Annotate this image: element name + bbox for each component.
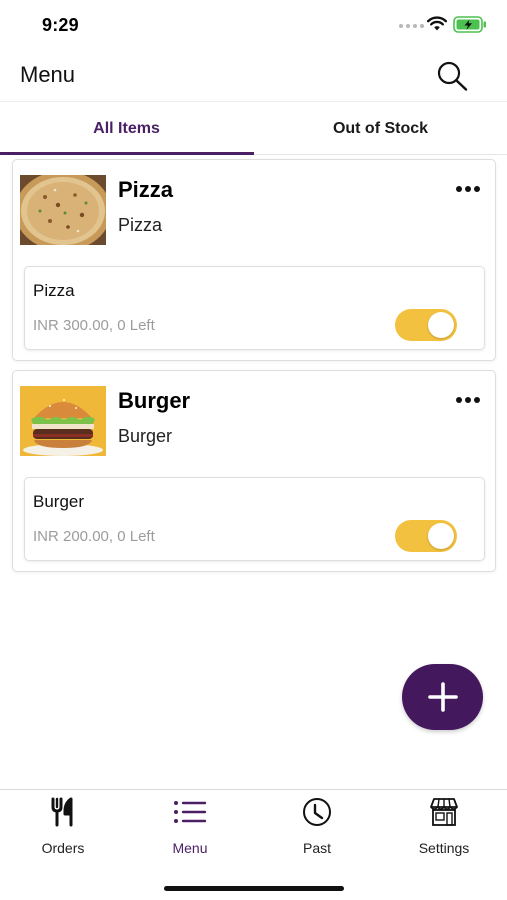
list-icon — [174, 801, 207, 823]
item-name: Burger — [118, 388, 191, 413]
home-indicator[interactable] — [164, 886, 344, 891]
add-item-button[interactable] — [402, 664, 483, 730]
battery-charging-icon — [453, 16, 486, 33]
variant-price: INR 200.00, 0 Left — [33, 528, 155, 545]
fork-knife-icon — [51, 797, 73, 827]
item-category: Pizza — [118, 215, 163, 235]
variant-price: INR 300.00, 0 Left — [33, 317, 155, 334]
stock-toggle[interactable] — [395, 309, 457, 341]
tab-bar: All Items Out of Stock — [0, 103, 507, 155]
variant-name: Burger — [33, 492, 85, 511]
page-title: Menu — [20, 62, 76, 87]
bottom-nav: Orders Menu Past Settings — [0, 789, 507, 900]
more-dot — [465, 397, 471, 403]
tab-label: Out of Stock — [332, 120, 429, 137]
nav-label: Settings — [418, 840, 470, 856]
item-variant: Burger INR 200.00, 0 Left — [24, 477, 485, 561]
more-options-button[interactable] — [453, 393, 483, 407]
app-header: Menu — [0, 50, 507, 102]
search-button[interactable] — [432, 58, 472, 94]
tab-label: All Items — [93, 120, 160, 137]
search-icon — [437, 61, 468, 91]
signal-icon — [399, 24, 424, 28]
nav-orders[interactable]: Orders — [0, 790, 126, 870]
item-name: Pizza — [118, 177, 174, 202]
burger-image — [20, 386, 106, 456]
item-variant: Pizza INR 300.00, 0 Left — [24, 266, 485, 350]
nav-menu[interactable]: Menu — [127, 790, 253, 870]
clock-icon — [303, 798, 331, 826]
stock-toggle[interactable] — [395, 520, 457, 552]
more-dot — [465, 186, 471, 192]
menu-item-card[interactable]: Pizza Pizza Pizza INR 300.00, 0 Left — [12, 159, 496, 361]
store-icon — [430, 798, 458, 826]
tab-out-of-stock[interactable]: Out of Stock — [254, 103, 507, 155]
nav-label: Past — [302, 840, 331, 856]
status-bar: 9:29 — [0, 0, 507, 50]
tab-all-items[interactable]: All Items — [0, 103, 253, 155]
nav-settings[interactable]: Settings — [381, 790, 507, 870]
active-tab-indicator — [0, 152, 254, 155]
toggle-knob — [428, 523, 454, 549]
status-time: 9:29 — [42, 15, 79, 35]
toggle-knob — [428, 312, 454, 338]
nav-past[interactable]: Past — [254, 790, 380, 870]
nav-label: Orders — [41, 840, 85, 856]
more-dot — [456, 186, 462, 192]
nav-label: Menu — [172, 840, 208, 856]
pizza-image — [20, 175, 106, 245]
more-dot — [456, 397, 462, 403]
wifi-icon — [427, 16, 447, 31]
variant-name: Pizza — [33, 281, 75, 300]
plus-icon — [427, 682, 458, 712]
more-dot — [474, 397, 480, 403]
more-dot — [474, 186, 480, 192]
menu-item-card[interactable]: Burger Burger Burger INR 200.00, 0 Left — [12, 370, 496, 572]
item-category: Burger — [118, 426, 173, 446]
more-options-button[interactable] — [453, 182, 483, 196]
